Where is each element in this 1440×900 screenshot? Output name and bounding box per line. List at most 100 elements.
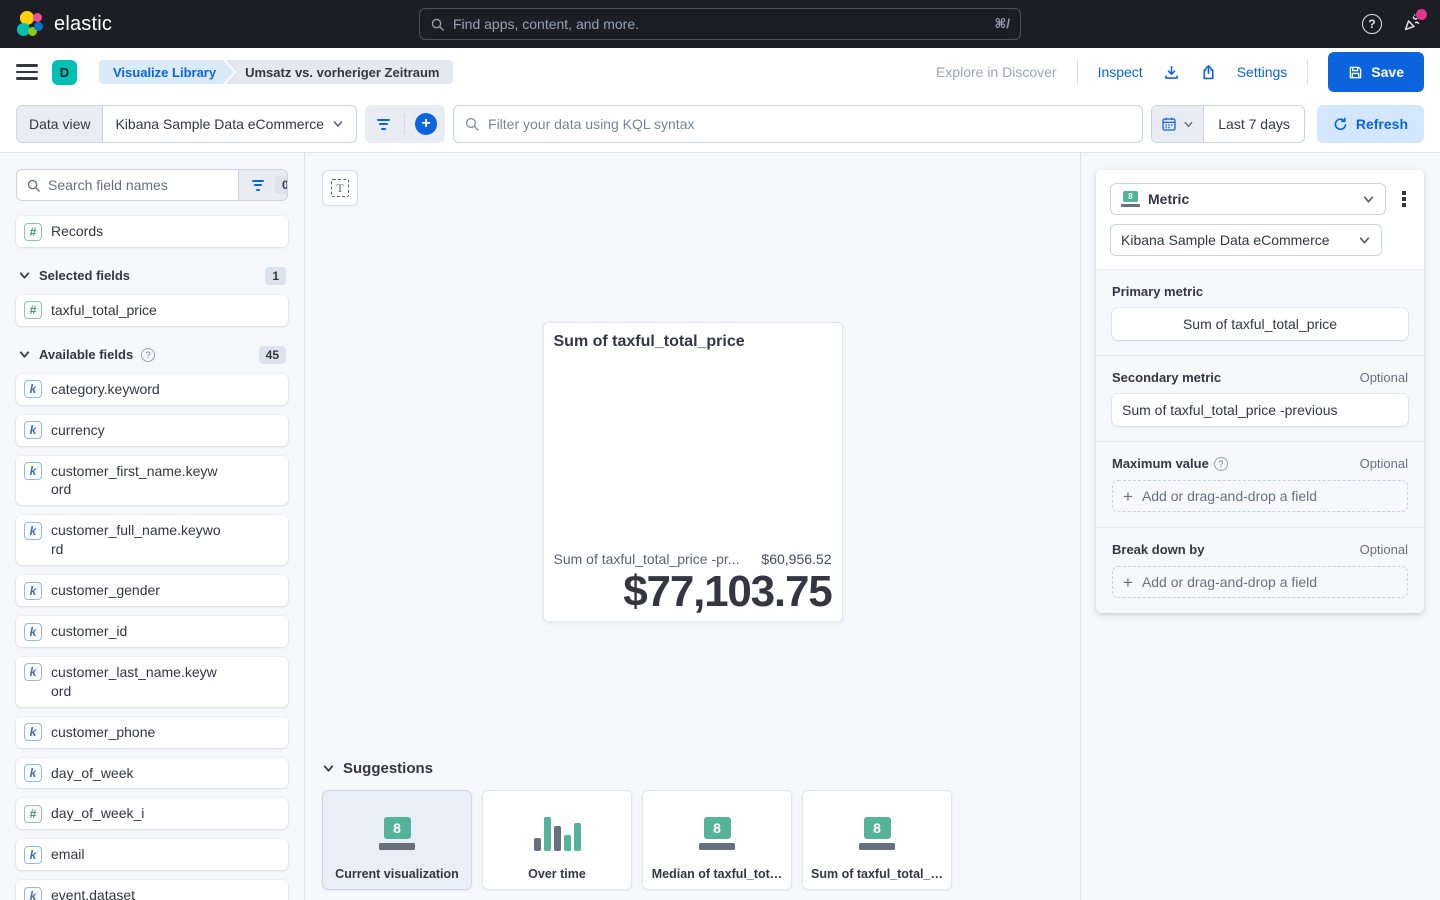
query-bar: Data view Kibana Sample Data eCommerce +… (0, 96, 1440, 153)
download-icon[interactable] (1163, 64, 1180, 81)
elastic-wordmark: elastic (54, 13, 112, 36)
chevron-down-icon (18, 348, 31, 361)
app-toolbar: D Visualize Library Umsatz vs. vorherige… (0, 48, 1440, 96)
primary-metric-dimension[interactable]: Sum of taxful_total_price (1112, 308, 1408, 340)
field-name: day_of_week (51, 764, 134, 783)
layer-actions-icon[interactable] (1398, 187, 1410, 211)
help-icon[interactable]: ? (1362, 14, 1382, 34)
field-count-badge: 45 (259, 346, 286, 364)
share-icon[interactable] (1200, 64, 1217, 81)
field-item[interactable]: # day_of_week_i (16, 798, 288, 829)
filter-icon[interactable] (373, 119, 394, 130)
field-section-label: Selected fields (39, 268, 130, 283)
field-item[interactable]: kcustomer_first_name.keyword (16, 456, 288, 506)
keyword-token-icon: k (24, 380, 42, 398)
field-item-records[interactable]: # Records (16, 216, 288, 247)
number-token-icon: # (24, 805, 42, 823)
layer-data-view-selector[interactable]: Kibana Sample Data eCommerce (1110, 224, 1382, 256)
field-item[interactable]: kday_of_week (16, 758, 288, 789)
field-name: email (51, 845, 84, 864)
global-search[interactable]: ⌘/ (419, 8, 1021, 40)
settings-button[interactable]: Settings (1237, 64, 1288, 80)
field-section-header[interactable]: Available fields?45 (18, 346, 286, 364)
suggestion-label: Median of taxful_tot… (652, 867, 783, 881)
keyword-token-icon: k (24, 623, 42, 641)
primary-metric-section: Primary metric Sum of taxful_total_price (1096, 269, 1424, 355)
suggestion-card[interactable]: 8Sum of taxful_total_… (802, 790, 952, 890)
kql-input[interactable] (488, 116, 1132, 132)
global-search-input[interactable] (453, 16, 986, 32)
break-down-by-drop-target[interactable]: + Add or drag-and-drop a field (1112, 566, 1408, 598)
refresh-button[interactable]: Refresh (1317, 105, 1424, 143)
kql-filter-input[interactable] (453, 105, 1143, 143)
maximum-value-drop-target[interactable]: + Add or drag-and-drop a field (1112, 480, 1408, 512)
keyword-token-icon: k (24, 582, 42, 600)
field-item[interactable]: kemail (16, 839, 288, 870)
metric-title: Sum of taxful_total_price (554, 333, 832, 351)
field-search-input[interactable] (48, 177, 229, 193)
secondary-metric-section: Secondary metric Optional Sum of taxful_… (1096, 355, 1424, 441)
field-section-header[interactable]: Selected fields1 (18, 267, 286, 285)
field-name: customer_last_name.keyword (51, 663, 223, 701)
field-name: Records (51, 222, 103, 241)
field-search[interactable] (17, 177, 238, 193)
elastic-logo[interactable]: elastic (16, 10, 112, 38)
metric-visualization[interactable]: Sum of taxful_total_price Sum of taxful_… (543, 322, 843, 622)
time-range-value[interactable]: Last 7 days (1204, 116, 1304, 132)
info-icon: ? (1214, 457, 1228, 471)
menu-icon[interactable] (16, 62, 38, 81)
add-filter-button[interactable]: + (415, 113, 437, 135)
data-view-picker[interactable]: Data view Kibana Sample Data eCommerce (16, 105, 357, 143)
field-item[interactable]: kevent.dataset (16, 880, 288, 900)
time-picker: Last 7 days (1151, 105, 1305, 143)
divider (1307, 59, 1308, 85)
section-label: Break down by (1112, 542, 1204, 557)
field-item[interactable]: kcustomer_phone (16, 717, 288, 748)
drop-placeholder: Add or drag-and-drop a field (1142, 574, 1317, 590)
notification-dot (1416, 9, 1427, 20)
field-name: day_of_week_i (51, 804, 144, 823)
keyword-token-icon: k (24, 846, 42, 864)
field-item[interactable]: kcategory.keyword (16, 374, 288, 405)
secondary-metric-dimension[interactable]: Sum of taxful_total_price -previous (1112, 394, 1408, 426)
field-item[interactable]: #taxful_total_price (16, 295, 288, 326)
field-item[interactable]: k customer_last_name.keyword (16, 657, 288, 707)
field-sections: Selected fields1 #taxful_total_price Avail… (16, 267, 288, 900)
inspect-button[interactable]: Inspect (1098, 64, 1143, 80)
field-item[interactable]: kcustomer_id (16, 616, 288, 647)
field-filter-button[interactable]: 0 (238, 170, 288, 200)
save-button[interactable]: Save (1328, 52, 1424, 92)
suggestion-icon-zone: 8 (699, 799, 735, 867)
suggestion-card[interactable]: 8Current visualization (322, 790, 472, 890)
elastic-logo-icon (16, 10, 44, 38)
suggestions-title: Suggestions (343, 760, 433, 777)
break-down-by-section: Break down by Optional + Add or drag-and… (1096, 527, 1424, 613)
layer-data-view-value: Kibana Sample Data eCommerce (1121, 232, 1330, 248)
field-item[interactable]: kcurrency (16, 415, 288, 446)
text-frame-icon: T (331, 179, 349, 197)
suggestions-panel: Suggestions 8Current visualizationOver t… (322, 760, 1063, 890)
field-item[interactable]: kcustomer_gender (16, 575, 288, 606)
newsfeed-icon[interactable] (1400, 12, 1424, 36)
drop-placeholder: Add or drag-and-drop a field (1142, 488, 1317, 504)
divider (1077, 59, 1078, 85)
suggestion-icon-zone (534, 799, 581, 867)
number-token-icon: # (24, 223, 42, 241)
keyword-token-icon: k (24, 663, 42, 681)
suggestion-label: Current visualization (335, 867, 459, 881)
chevron-down-icon (322, 762, 335, 775)
optional-label: Optional (1360, 370, 1408, 385)
secondary-metric-value: $60,956.52 (753, 551, 831, 567)
chevron-down-icon (1362, 193, 1375, 206)
save-label: Save (1371, 64, 1404, 80)
chart-type-selector[interactable]: 8 Metric (1110, 183, 1386, 215)
calendar-icon[interactable] (1152, 106, 1204, 142)
field-item[interactable]: kcustomer_full_name.keyword (16, 515, 288, 565)
suggestion-card[interactable]: 8Median of taxful_tot… (642, 790, 792, 890)
suggestions-header[interactable]: Suggestions (322, 760, 1063, 777)
chart-type-label: Metric (1148, 191, 1189, 207)
suggestion-card[interactable]: Over time (482, 790, 632, 890)
text-annotation-tool-button[interactable]: T (322, 170, 358, 206)
breadcrumb-visualize-library[interactable]: Visualize Library (99, 60, 234, 84)
space-badge[interactable]: D (52, 60, 77, 85)
